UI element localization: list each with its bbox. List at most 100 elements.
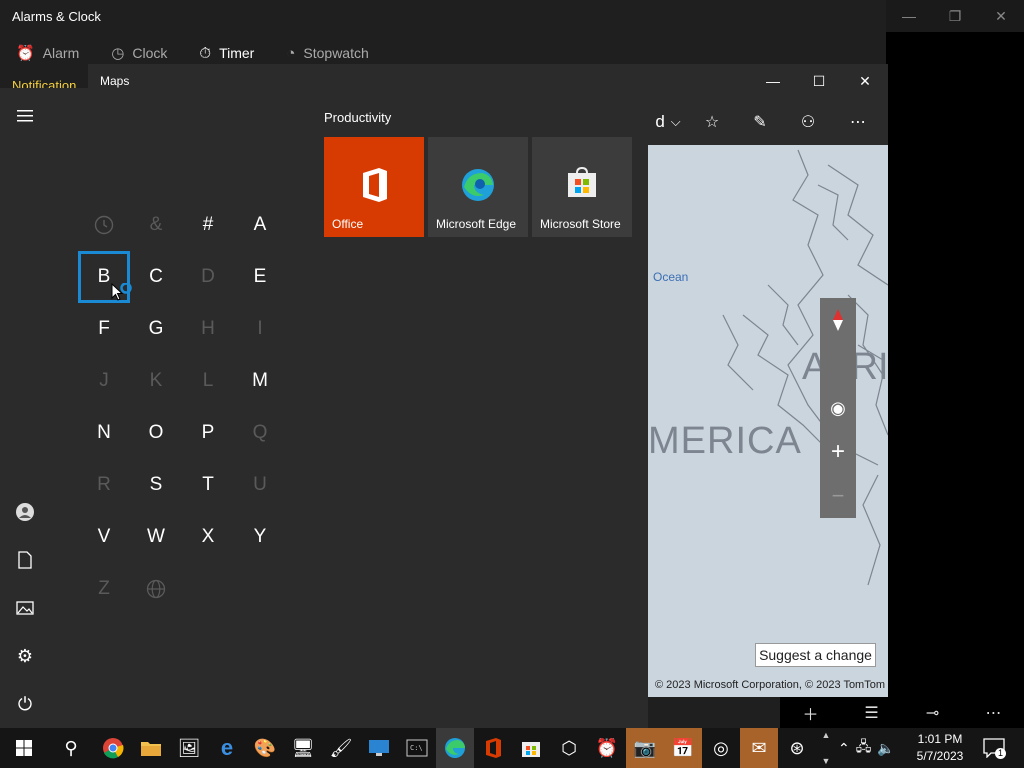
group-header-productivity: Productivity bbox=[324, 110, 392, 125]
taskbar-clock[interactable]: 1:01 PM 5/7/2023 bbox=[910, 731, 970, 765]
map-label-america: MERICA bbox=[648, 420, 802, 462]
select-list-icon[interactable]: ☰ bbox=[841, 703, 902, 723]
tab-stopwatch-label: Stopwatch bbox=[303, 45, 369, 61]
maps-maximize-button[interactable]: ☐ bbox=[796, 64, 842, 98]
store-taskbar-icon[interactable] bbox=[512, 728, 550, 768]
suggest-change-button[interactable]: Suggest a change bbox=[755, 643, 876, 667]
letter-f[interactable]: F bbox=[78, 303, 130, 355]
map-copyright: © 2023 Microsoft Corporation, © 2023 Tom… bbox=[655, 679, 886, 691]
pictures-icon[interactable] bbox=[0, 584, 50, 632]
minimize-button[interactable]: — bbox=[886, 0, 932, 32]
tile-office[interactable]: Office bbox=[324, 137, 424, 237]
internet-explorer-icon[interactable]: e bbox=[208, 728, 246, 768]
edge-taskbar-icon[interactable] bbox=[436, 728, 474, 768]
groove-music-icon[interactable]: ◎ bbox=[702, 728, 740, 768]
camera-icon[interactable]: 📷 bbox=[626, 728, 664, 768]
letter-p[interactable]: P bbox=[182, 407, 234, 459]
pin-icon[interactable]: ⊸ bbox=[902, 703, 963, 723]
tile-microsoft-store[interactable]: Microsoft Store bbox=[532, 137, 632, 237]
zoom-out-button[interactable]: − bbox=[820, 474, 856, 518]
chevron-down-icon: ⌵ bbox=[670, 113, 681, 129]
letter-w[interactable]: W bbox=[130, 511, 182, 563]
letter-u: U bbox=[253, 474, 267, 495]
ink-pen-icon[interactable]: ✎ bbox=[736, 98, 784, 145]
3d-viewer-icon[interactable]: ⬡ bbox=[550, 728, 588, 768]
file-explorer-icon[interactable] bbox=[132, 728, 170, 768]
locate-me-icon[interactable]: ◉ bbox=[820, 386, 856, 430]
account-icon[interactable]: ⚇ bbox=[784, 98, 832, 145]
letter-x[interactable]: X bbox=[182, 511, 234, 563]
edge-icon bbox=[428, 167, 528, 203]
map-style-dropdown[interactable]: d ⌵ bbox=[648, 98, 688, 145]
action-center-icon[interactable]: 1 bbox=[980, 732, 1008, 764]
maps-close-button[interactable]: ✕ bbox=[842, 64, 888, 98]
letter-y[interactable]: Y bbox=[234, 511, 286, 563]
letter-ampersand: & bbox=[149, 214, 163, 235]
alarms-clock-taskbar-icon[interactable]: ⏰ bbox=[588, 728, 626, 768]
maps-toolbar: d ⌵ ☆ ✎ ⚇ ⋯ bbox=[648, 98, 888, 145]
close-button[interactable]: ✕ bbox=[978, 0, 1024, 32]
settings-gear-icon[interactable]: ⚙ bbox=[0, 632, 50, 680]
letter-a[interactable]: A bbox=[234, 199, 286, 251]
user-account-icon[interactable] bbox=[0, 488, 50, 536]
maps-minimize-button[interactable]: — bbox=[750, 64, 796, 98]
show-hidden-icons-chevron-up-icon[interactable]: ⌃ bbox=[838, 740, 850, 757]
letter-n[interactable]: N bbox=[78, 407, 130, 459]
volume-icon[interactable]: 🔈 bbox=[877, 740, 894, 757]
letter-hash[interactable]: # bbox=[182, 199, 234, 251]
alarms-window-title: Alarms & Clock bbox=[12, 9, 101, 24]
paint-icon[interactable]: 🎨 bbox=[246, 728, 284, 768]
taskbar-scroll[interactable]: ▲ ▼ bbox=[818, 730, 834, 766]
office-taskbar-icon[interactable] bbox=[474, 728, 512, 768]
zoom-in-button[interactable]: + bbox=[820, 430, 856, 474]
network-icon[interactable]: 🖧 bbox=[856, 736, 872, 760]
letter-o[interactable]: O bbox=[130, 407, 182, 459]
chrome-icon[interactable] bbox=[94, 728, 132, 768]
letter-v[interactable]: V bbox=[78, 511, 130, 563]
scroll-up-icon[interactable]: ▲ bbox=[822, 730, 831, 740]
globe-icon bbox=[130, 563, 182, 615]
documents-icon[interactable] bbox=[0, 536, 50, 584]
timer-icon: ⏱ bbox=[199, 44, 212, 62]
tab-timer[interactable]: ⏱ Timer bbox=[183, 40, 270, 66]
tab-stopwatch[interactable]: ◔ Stopwatch bbox=[270, 40, 384, 66]
more-options-icon[interactable]: ⋯ bbox=[832, 98, 884, 145]
tab-clock[interactable]: ◷ Clock bbox=[95, 40, 183, 66]
map-label-ocean: Ocean bbox=[653, 270, 689, 284]
clock-date: 5/7/2023 bbox=[916, 749, 964, 763]
windows-start-icon[interactable] bbox=[0, 728, 48, 768]
alarms-window-controls: — ❐ ✕ bbox=[886, 0, 1024, 32]
tile-store-label: Microsoft Store bbox=[540, 217, 621, 231]
command-prompt-icon[interactable]: C:\ bbox=[398, 728, 436, 768]
more-icon[interactable]: ⋯ bbox=[963, 703, 1024, 723]
mail-icon[interactable]: ✉ bbox=[740, 728, 778, 768]
letter-c[interactable]: C bbox=[130, 251, 182, 303]
add-icon[interactable]: ＋ bbox=[780, 701, 841, 725]
remote-desktop-icon[interactable] bbox=[360, 728, 398, 768]
map-style-label: d bbox=[655, 111, 665, 131]
compass-icon[interactable] bbox=[820, 298, 856, 342]
scroll-down-icon[interactable]: ▼ bbox=[822, 756, 831, 766]
tab-alarm-label: Alarm bbox=[42, 45, 80, 61]
letter-d: D bbox=[201, 266, 215, 287]
tab-alarm[interactable]: ⏰ Alarm bbox=[0, 40, 95, 66]
clock-time: 1:01 PM bbox=[917, 732, 963, 746]
favorites-icon[interactable]: ☆ bbox=[688, 98, 736, 145]
letter-e[interactable]: E bbox=[234, 251, 286, 303]
letter-s[interactable]: S bbox=[130, 459, 182, 511]
letter-m[interactable]: M bbox=[234, 355, 286, 407]
recent-clock-icon bbox=[78, 199, 130, 251]
maps-taskbar-icon[interactable]: ⊛ bbox=[778, 728, 816, 768]
letter-g[interactable]: G bbox=[130, 303, 182, 355]
app-window-icon[interactable]: 🖥 bbox=[284, 728, 322, 768]
restore-button[interactable]: ❐ bbox=[932, 0, 978, 32]
photo-viewer-icon[interactable]: 🖼 bbox=[170, 728, 208, 768]
calendar-icon[interactable]: 📅 bbox=[664, 728, 702, 768]
search-icon[interactable]: ⚲ bbox=[48, 728, 94, 768]
letter-t[interactable]: T bbox=[182, 459, 234, 511]
tile-microsoft-edge[interactable]: Microsoft Edge bbox=[428, 137, 528, 237]
power-icon[interactable]: ⏻ bbox=[0, 680, 50, 728]
paint-3d-icon[interactable]: 🖌 bbox=[322, 728, 360, 768]
letter-l: L bbox=[202, 370, 214, 391]
hamburger-menu-icon[interactable] bbox=[0, 92, 50, 140]
